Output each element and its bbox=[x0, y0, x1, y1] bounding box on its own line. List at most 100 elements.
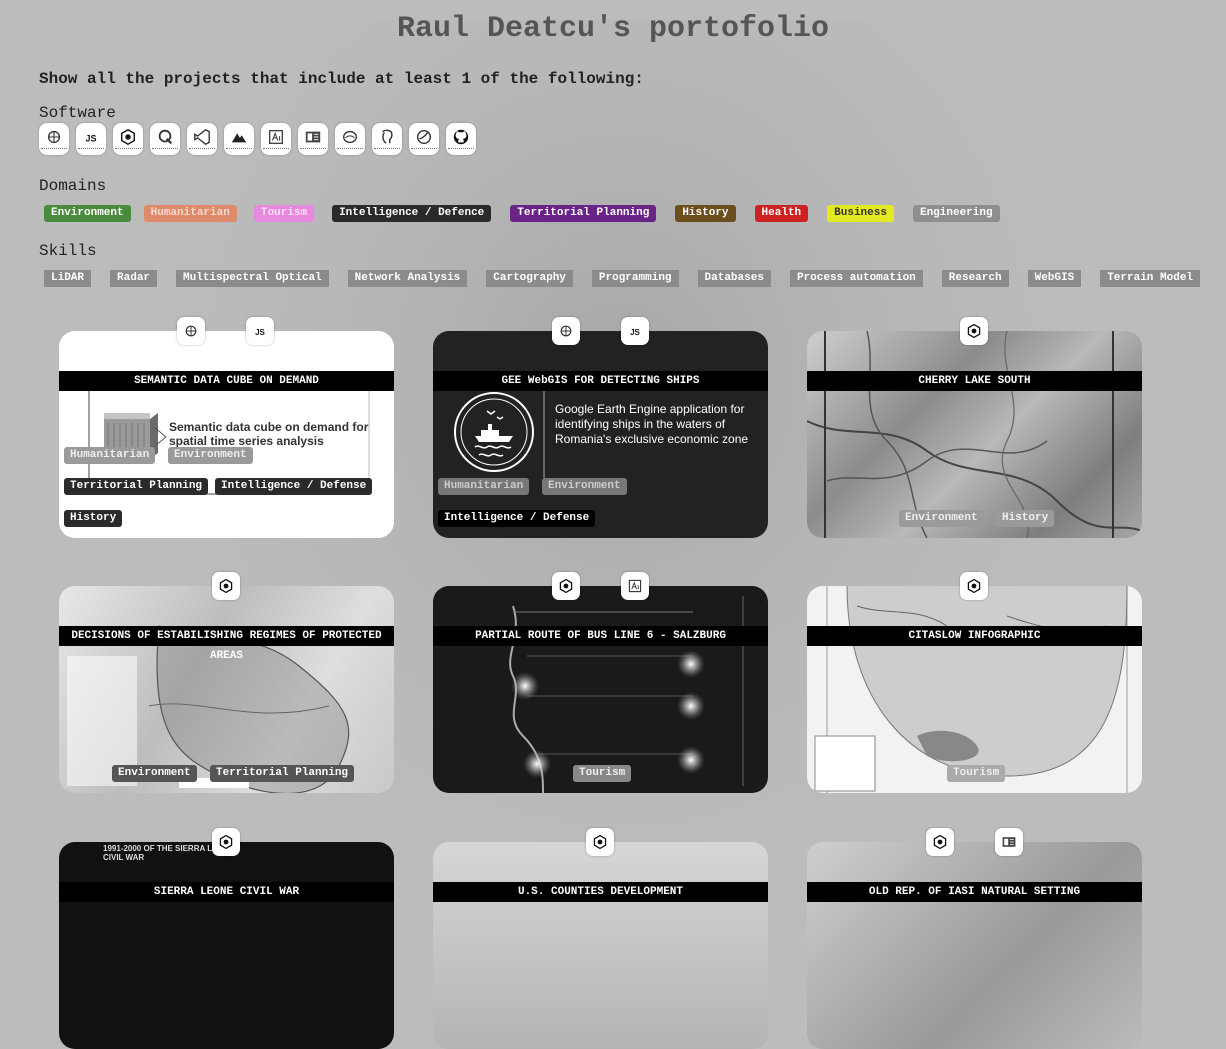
skill-filter-webgis[interactable]: WebGIS bbox=[1027, 270, 1082, 287]
project-preview-image bbox=[509, 596, 744, 793]
project-software-gee bbox=[552, 317, 580, 345]
software-filter-snap[interactable] bbox=[409, 123, 439, 155]
office-suite-icon bbox=[1002, 837, 1016, 847]
project-tag: Intelligence / Defense bbox=[215, 478, 373, 495]
javascript-icon: JS bbox=[83, 129, 99, 144]
domain-filter-humanitarian[interactable]: Humanitarian bbox=[143, 205, 237, 222]
project-software-arcgis bbox=[960, 317, 988, 345]
domain-filter-history[interactable]: History bbox=[675, 205, 736, 222]
skill-filter-research[interactable]: Research bbox=[941, 270, 1009, 287]
javascript-icon: JS bbox=[255, 328, 265, 337]
grass-gis-icon bbox=[343, 130, 357, 143]
domain-filter-engineering[interactable]: Engineering bbox=[912, 205, 1000, 222]
domain-filter-environment[interactable]: Environment bbox=[44, 205, 131, 222]
project-software-arcgis bbox=[212, 828, 240, 856]
project-tag: Environment bbox=[542, 478, 627, 495]
project-title: CITASLOW INFOGRAPHIC bbox=[807, 626, 1142, 646]
project-tag: Intelligence / Defense bbox=[438, 510, 596, 527]
project-preview-image bbox=[67, 625, 350, 793]
project-card-iasi-natural-setting[interactable]: OLD REP. OF IASI NATURAL SETTING bbox=[807, 828, 1142, 1049]
domain-filter-territorial-planning[interactable]: Territorial Planning bbox=[510, 205, 657, 222]
project-tag: Environment bbox=[899, 510, 984, 527]
software-filter-mountain[interactable] bbox=[224, 123, 254, 155]
arcgis-pro-icon bbox=[559, 578, 573, 594]
software-filter-postgresql[interactable] bbox=[372, 123, 402, 155]
project-title: CHERRY LAKE SOUTH bbox=[807, 371, 1142, 391]
project-software-arcgis bbox=[552, 572, 580, 600]
project-tag: Tourism bbox=[573, 765, 632, 782]
google-earth-engine-icon bbox=[560, 325, 572, 337]
software-filter-illustrator[interactable] bbox=[261, 123, 291, 155]
project-card-us-counties[interactable]: U.S. COUNTIES DEVELOPMENT bbox=[433, 828, 768, 1049]
software-filter-arcgis[interactable] bbox=[113, 123, 143, 155]
postgresql-icon bbox=[382, 129, 393, 144]
project-tag: History bbox=[64, 510, 123, 527]
domain-filter-health[interactable]: Health bbox=[754, 205, 809, 222]
project-card-semantic-data-cube[interactable]: Semantic data cube on demand for spatial… bbox=[59, 317, 394, 538]
project-software-illustrator bbox=[621, 572, 649, 600]
filter-intro: Show all the projects that include at le… bbox=[39, 70, 644, 88]
project-software-arcgis bbox=[212, 572, 240, 600]
domain-filter-tourism[interactable]: Tourism bbox=[253, 205, 315, 222]
project-card-gee-webgis-ships[interactable]: Google Earth Engine application for iden… bbox=[433, 317, 768, 538]
mountain-icon bbox=[231, 132, 247, 142]
software-filter-row: JS bbox=[39, 123, 476, 155]
svg-text:JS: JS bbox=[255, 328, 265, 337]
domain-filter-business[interactable]: Business bbox=[827, 205, 894, 222]
skill-filter-databases[interactable]: Databases bbox=[697, 270, 771, 287]
project-title: PARTIAL ROUTE OF BUS LINE 6 - SALZBURG bbox=[433, 626, 768, 646]
project-title: SIERRA LEONE CIVIL WAR bbox=[59, 882, 394, 902]
skill-filter-programming[interactable]: Programming bbox=[591, 270, 679, 287]
project-card-citaslow[interactable]: CITASLOW INFOGRAPHIC Tourism bbox=[807, 572, 1142, 793]
project-tag: Environment bbox=[112, 765, 197, 782]
skill-filter-process-automation[interactable]: Process automation bbox=[789, 270, 923, 287]
project-card-sierra-leone[interactable]: 1991-2000 OF THE SIERRA LEONE CIVIL WAR … bbox=[59, 828, 394, 1049]
skill-filter-terrain-model[interactable]: Terrain Model bbox=[1100, 270, 1201, 287]
skill-filter-network-analysis[interactable]: Network Analysis bbox=[347, 270, 468, 287]
project-software-javascript: JS bbox=[621, 317, 649, 345]
domain-filter-intelligence-defence[interactable]: Intelligence / Defence bbox=[332, 205, 492, 222]
project-card-protected-areas[interactable]: DECISIONS OF ESTABILISHING REGIMES OF PR… bbox=[59, 572, 394, 793]
skills-heading: Skills bbox=[39, 242, 97, 260]
svg-text:JS: JS bbox=[630, 328, 640, 337]
software-filter-visual-studio[interactable] bbox=[187, 123, 217, 155]
software-filter-grass[interactable] bbox=[335, 123, 365, 155]
page-title: Raul Deatcu's portofolio bbox=[396, 12, 830, 46]
project-title: SEMANTIC DATA CUBE ON DEMAND bbox=[59, 371, 394, 391]
skill-filter-row: LiDAR Radar Multispectral Optical Networ… bbox=[44, 270, 1201, 287]
project-title: OLD REP. OF IASI NATURAL SETTING bbox=[807, 882, 1142, 902]
project-software-arcgis bbox=[960, 572, 988, 600]
visual-studio-icon bbox=[194, 128, 210, 145]
project-tag: Territorial Planning bbox=[210, 765, 355, 782]
google-earth-engine-icon bbox=[185, 325, 197, 337]
adobe-illustrator-icon bbox=[628, 579, 642, 593]
skill-filter-lidar[interactable]: LiDAR bbox=[44, 270, 92, 287]
project-title: DECISIONS OF ESTABILISHING REGIMES OF PR… bbox=[59, 626, 394, 662]
skill-filter-cartography[interactable]: Cartography bbox=[486, 270, 573, 287]
project-card-bus-line-6[interactable]: PARTIAL ROUTE OF BUS LINE 6 - SALZBURG T… bbox=[433, 572, 768, 793]
software-filter-javascript[interactable]: JS bbox=[76, 123, 106, 155]
project-software-office bbox=[995, 828, 1023, 856]
arcgis-pro-icon bbox=[219, 578, 233, 594]
software-filter-qgis[interactable] bbox=[150, 123, 180, 155]
adobe-illustrator-icon bbox=[269, 129, 283, 144]
arcgis-pro-icon bbox=[967, 578, 981, 594]
project-preview-image bbox=[807, 331, 1142, 538]
software-filter-gee[interactable] bbox=[39, 123, 69, 155]
project-tag: Humanitarian bbox=[438, 478, 530, 495]
project-preview-image bbox=[814, 586, 1128, 793]
skill-filter-multispectral-optical[interactable]: Multispectral Optical bbox=[176, 270, 329, 287]
svg-text:JS: JS bbox=[85, 133, 96, 143]
project-software-gee bbox=[177, 317, 205, 345]
arcgis-pro-icon bbox=[120, 128, 136, 145]
project-card-cherry-lake-south[interactable]: CHERRY LAKE SOUTH Environment History bbox=[807, 317, 1142, 538]
software-filter-github[interactable] bbox=[446, 123, 476, 155]
skill-filter-radar[interactable]: Radar bbox=[110, 270, 158, 287]
arcgis-pro-icon bbox=[967, 323, 981, 339]
project-tag: Tourism bbox=[947, 765, 1006, 782]
domains-heading: Domains bbox=[39, 177, 107, 195]
software-filter-office[interactable] bbox=[298, 123, 328, 155]
project-software-javascript: JS bbox=[246, 317, 274, 345]
project-software-arcgis bbox=[926, 828, 954, 856]
google-earth-engine-icon bbox=[47, 130, 61, 143]
